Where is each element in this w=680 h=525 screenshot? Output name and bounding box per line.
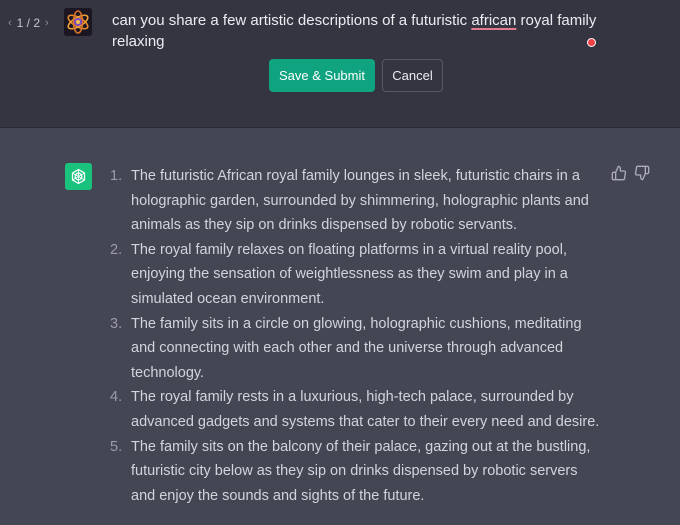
list-item: 1. The futuristic African royal family lo… (110, 164, 600, 238)
list-item-number: 1. (110, 168, 123, 184)
list-item-text: The family sits on the balcony of their … (131, 438, 591, 504)
list-item-text: The futuristic African royal family loun… (131, 168, 589, 234)
thumbs-up-icon[interactable] (611, 165, 627, 181)
list-item-text: The royal family rests in a luxurious, h… (131, 389, 600, 430)
misspelled-word: african (471, 12, 517, 29)
list-item: 4. The royal family rests in a luxurious,… (110, 385, 600, 434)
list-item-text: The family sits in a circle on glowing, … (131, 315, 582, 381)
answer-list: 1. The futuristic African royal family lo… (110, 164, 600, 508)
list-item-text: The royal family relaxes on floating pla… (131, 241, 568, 307)
edit-message-field[interactable]: can you share a few artistic description… (112, 10, 612, 52)
user-message-block: ‹ 1 / 2 › can you share a few artistic d… (0, 0, 680, 128)
message-pager: ‹ 1 / 2 › (8, 16, 49, 30)
assistant-avatar (65, 163, 92, 190)
openai-logo-icon (71, 168, 86, 185)
list-item-number: 4. (110, 389, 123, 406)
list-item: 2. The royal family relaxes on floating p… (110, 238, 600, 312)
list-item-number: 5. (110, 438, 123, 455)
user-avatar (64, 8, 92, 36)
thumbs-down-icon[interactable] (634, 165, 650, 181)
status-dot-indicator (587, 38, 596, 47)
list-item-number: 3. (110, 315, 123, 332)
list-item: 3. The family sits in a circle on glowing… (110, 312, 600, 386)
chevron-right-icon[interactable]: › (45, 17, 49, 29)
cancel-button[interactable]: Cancel (382, 59, 443, 92)
save-and-submit-button[interactable]: Save & Submit (269, 59, 375, 92)
list-item-number: 2. (110, 241, 123, 258)
list-item: 5. The family sits on the balcony of thei… (110, 435, 600, 509)
pager-label: 1 / 2 (16, 16, 41, 30)
chevron-left-icon[interactable]: ‹ (8, 17, 12, 29)
atom-avatar-icon (64, 8, 92, 36)
message-text-start: can you share a few artistic description… (112, 12, 472, 29)
